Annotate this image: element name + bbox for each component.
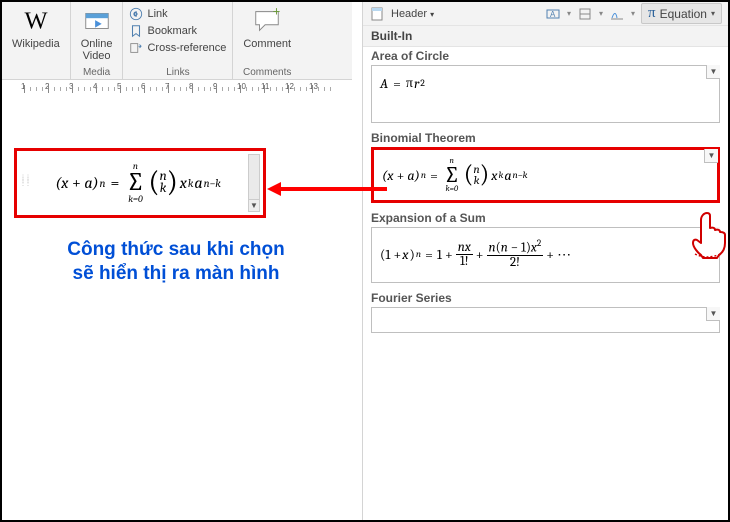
wikipedia-icon: W [21, 6, 51, 36]
category-fourier: Fourier Series [363, 289, 728, 305]
media-group-label: Media [83, 67, 110, 79]
panel-top-row: Header ▾ A ▾ ▾ ▾ π Equation ▾ [363, 2, 728, 26]
equation-card-area-of-circle[interactable]: A=πr2 ▼ [371, 65, 720, 123]
svg-text:A: A [550, 10, 556, 19]
crossref-label: Cross-reference [147, 42, 226, 54]
online-video-button[interactable]: Online Video [75, 4, 119, 64]
ribbon-group-links: Link Bookmark Cross-reference Links [123, 2, 233, 79]
card-dropdown-icon[interactable]: ▼ [704, 149, 718, 163]
category-area-of-circle: Area of Circle [363, 47, 728, 63]
ribbon-group-comments: + Comment Comments [233, 2, 301, 79]
ruler[interactable]: 12345678910111213 [2, 80, 352, 98]
link-button[interactable]: Link [127, 6, 228, 22]
quickparts-icon[interactable] [577, 6, 593, 22]
crossref-icon [129, 41, 143, 55]
category-expansion: Expansion of a Sum [363, 209, 728, 225]
link-icon [129, 7, 143, 21]
textbox-icon[interactable]: A [545, 6, 561, 22]
inserted-equation-content: (x + a)n = n ∑ k=0 ( nk ) xkan−k [31, 155, 245, 211]
annotation-caption: Công thức sau khi chọn sẽ hiển thị ra mà… [26, 238, 326, 286]
equation-card-fourier[interactable]: ▼ [371, 307, 720, 333]
card-dropdown-icon[interactable]: ▼ [706, 307, 720, 321]
online-video-label: Online Video [81, 38, 113, 62]
wikipedia-button[interactable]: W Wikipedia [6, 4, 66, 52]
equation-scroll[interactable]: ▼ [248, 154, 260, 212]
comment-label: Comment [243, 38, 291, 50]
comment-button[interactable]: + Comment [237, 4, 297, 52]
ribbon-group-media: Online Video Media [71, 2, 124, 79]
comments-group-label: Comments [243, 67, 291, 79]
video-icon [82, 6, 112, 36]
equation-card-binomial[interactable]: (x + a)n = n ∑ k=0 ( nk ) xkan−k ▼ [371, 147, 720, 203]
page-icon [369, 6, 385, 22]
equation-card-expansion[interactable]: (1 + x)n = 1 + nx1! + n(n − 1)x22! + ⋯ ▼ [371, 227, 720, 283]
builtin-header: Built-In [363, 26, 728, 47]
comment-icon: + [252, 6, 282, 36]
annotation-arrow [267, 182, 387, 196]
bookmark-button[interactable]: Bookmark [127, 23, 228, 39]
links-group-label: Links [166, 67, 189, 79]
card-dropdown-icon[interactable]: ▼ [706, 65, 720, 79]
pi-icon: π [648, 5, 656, 22]
category-binomial-theorem: Binomial Theorem [363, 129, 728, 145]
equation-button[interactable]: π Equation ▾ [641, 3, 722, 24]
bookmark-icon [129, 24, 143, 38]
pointer-hand-icon [689, 210, 729, 260]
equation-move-handle[interactable]: ⋮⋮⋮⋮⋮⋮ [20, 177, 28, 193]
svg-text:+: + [273, 6, 281, 18]
inserted-equation-box[interactable]: ⋮⋮⋮⋮⋮⋮ (x + a)n = n ∑ k=0 ( nk ) xkan−k … [14, 148, 266, 218]
svg-text:W: W [24, 8, 47, 35]
ribbon: W Wikipedia Online Video Media [2, 2, 352, 80]
crossref-button[interactable]: Cross-reference [127, 40, 228, 56]
bookmark-label: Bookmark [147, 25, 197, 37]
equation-gallery-panel: Header ▾ A ▾ ▾ ▾ π Equation ▾ Built-In A… [362, 2, 728, 520]
link-label: Link [147, 8, 167, 20]
header-dropdown[interactable]: Header ▾ [391, 8, 434, 20]
ribbon-group-wikipedia: W Wikipedia [2, 2, 71, 79]
equation-options-dropdown[interactable]: ▼ [249, 199, 259, 211]
signature-icon[interactable] [609, 6, 625, 22]
wikipedia-label: Wikipedia [12, 38, 60, 50]
